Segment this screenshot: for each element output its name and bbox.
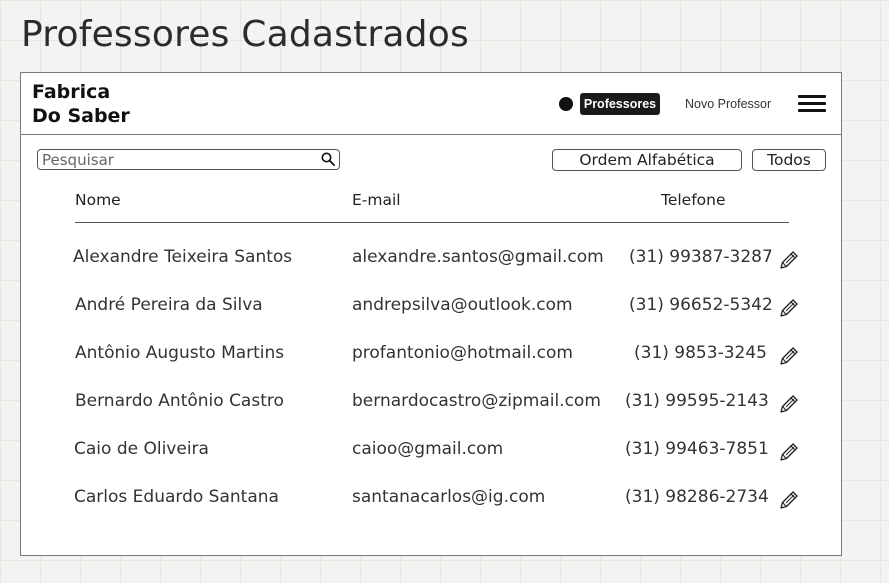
teacher-name: Bernardo Antônio Castro bbox=[75, 391, 284, 411]
table-row: Antônio Augusto Martins profantonio@hotm… bbox=[21, 333, 841, 381]
column-header-name: Nome bbox=[75, 191, 121, 209]
nav-novo-professor-link[interactable]: Novo Professor bbox=[685, 93, 771, 115]
pencil-edit-icon[interactable] bbox=[777, 440, 801, 464]
teacher-email: santanacarlos@ig.com bbox=[352, 487, 546, 507]
table-row: Bernardo Antônio Castro bernardocastro@z… bbox=[21, 381, 841, 429]
teacher-phone: (31) 96652-5342 bbox=[629, 295, 773, 315]
teacher-list: Alexandre Teixeira Santos alexandre.sant… bbox=[21, 237, 841, 525]
table-row: Caio de Oliveira caioo@gmail.com (31) 99… bbox=[21, 429, 841, 477]
teacher-email: alexandre.santos@gmail.com bbox=[352, 247, 604, 267]
header-divider bbox=[75, 222, 789, 223]
search-icon[interactable] bbox=[321, 152, 335, 166]
teacher-name: Alexandre Teixeira Santos bbox=[73, 247, 293, 267]
logo-line-2: Do Saber bbox=[32, 105, 130, 127]
filter-all-button[interactable]: Todos bbox=[752, 149, 826, 171]
table-row: Alexandre Teixeira Santos alexandre.sant… bbox=[21, 237, 841, 285]
sort-alphabetical-button[interactable]: Ordem Alfabética bbox=[552, 149, 742, 171]
teacher-name: Caio de Oliveira bbox=[74, 439, 209, 459]
app-window: Fabrica Do Saber Professores Novo Profes… bbox=[20, 72, 842, 556]
pencil-edit-icon[interactable] bbox=[777, 248, 801, 272]
active-indicator-dot-icon bbox=[559, 97, 573, 111]
teacher-email: andrepsilva@outlook.com bbox=[352, 295, 573, 315]
search-field[interactable] bbox=[37, 149, 340, 170]
hamburger-menu-icon[interactable] bbox=[798, 95, 826, 113]
column-header-email: E-mail bbox=[352, 191, 401, 209]
teacher-name: Carlos Eduardo Santana bbox=[74, 487, 279, 507]
table-row: André Pereira da Silva andrepsilva@outlo… bbox=[21, 285, 841, 333]
pencil-edit-icon[interactable] bbox=[777, 488, 801, 512]
search-input[interactable] bbox=[42, 150, 312, 169]
top-navbar: Fabrica Do Saber Professores Novo Profes… bbox=[21, 73, 841, 135]
teacher-email: caioo@gmail.com bbox=[352, 439, 504, 459]
pencil-edit-icon[interactable] bbox=[777, 296, 801, 320]
pencil-edit-icon[interactable] bbox=[777, 392, 801, 416]
teacher-name: Antônio Augusto Martins bbox=[75, 343, 285, 363]
teacher-phone: (31) 98286-2734 bbox=[625, 487, 769, 507]
teacher-phone: (31) 99595-2143 bbox=[625, 391, 769, 411]
logo[interactable]: Fabrica Do Saber bbox=[32, 80, 130, 128]
teacher-phone: (31) 99463-7851 bbox=[625, 439, 769, 459]
page-title: Professores Cadastrados bbox=[21, 14, 469, 55]
table-row: Carlos Eduardo Santana santanacarlos@ig.… bbox=[21, 477, 841, 525]
teacher-phone: (31) 99387-3287 bbox=[629, 247, 773, 267]
nav-professores-button[interactable]: Professores bbox=[580, 93, 660, 115]
teacher-email: profantonio@hotmail.com bbox=[352, 343, 573, 363]
teacher-name: André Pereira da Silva bbox=[75, 295, 263, 315]
logo-line-1: Fabrica bbox=[32, 81, 111, 103]
teacher-email: bernardocastro@zipmail.com bbox=[352, 391, 601, 411]
pencil-edit-icon[interactable] bbox=[777, 344, 801, 368]
teacher-phone: (31) 9853-3245 bbox=[634, 343, 767, 363]
column-header-phone: Telefone bbox=[661, 191, 726, 209]
